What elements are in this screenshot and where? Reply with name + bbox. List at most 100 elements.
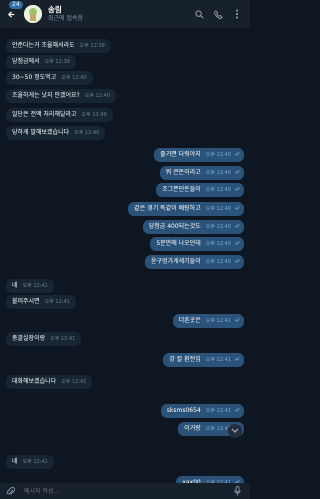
incoming-message[interactable]: 조율하게는 낫지 안겠어요? 오후 12:40 [6, 89, 116, 103]
message-time: 오후 12:40 [81, 112, 107, 118]
message-text: 30~50 정도먹고 [12, 74, 57, 81]
message-text: 당첨금 400되는것도 [148, 223, 201, 230]
message-text: 일단은 전액 처리해달라고 [12, 111, 77, 118]
outgoing-message[interactable]: 윤구멍가게세기들이 오후 12:40 ✓✓ [145, 255, 244, 269]
message-text: 윤구멍가게세기들이 [151, 258, 201, 265]
microphone-icon [233, 486, 241, 496]
message-text: 더혼곳은 [178, 317, 201, 324]
incoming-message[interactable]: 대화해보겠습니다 오후 12:41 [6, 375, 93, 389]
composer-bar [0, 483, 250, 499]
message-time: 오후 12:41 [22, 459, 48, 465]
outgoing-message[interactable]: 당첨금 400되는것도 오후 12:40 ✓✓ [142, 220, 244, 234]
incoming-message[interactable]: 30~50 정도먹고 오후 12:40 [6, 71, 93, 85]
outgoing-message[interactable]: 조그픈던돈들이 오후 12:40 ✓✓ [156, 183, 244, 197]
incoming-message[interactable]: 일단은 전액 처리해달라고 오후 12:40 [6, 108, 113, 122]
outgoing-message[interactable]: 같은 경기 똑같이 배팅하고 오후 12:40 ✓✓ [128, 202, 244, 216]
message-text: 줄거면 다줘야지 [160, 151, 201, 158]
incoming-message[interactable]: 당하게 말해보겠습니다 오후 12:40 [6, 126, 106, 140]
message-time: 오후 12:41 [205, 408, 231, 414]
message-time: 오후 12:41 [205, 318, 231, 324]
chat-title-block[interactable]: 송림 최근에 접속함 [48, 5, 194, 23]
read-receipt-icon: ✓✓ [233, 151, 241, 158]
message-time: 오후 12:41 [205, 357, 231, 363]
attach-button[interactable] [6, 486, 18, 497]
search-button[interactable] [194, 9, 204, 19]
incoming-message[interactable]: 네 오후 12:41 [6, 279, 54, 293]
message-text: 당첨금에서 [12, 58, 40, 65]
read-receipt-icon: ✓✓ [233, 356, 241, 363]
message-text: 네 [12, 282, 18, 289]
message-time: 오후 12:40 [205, 241, 231, 247]
message-text: xax00 [182, 479, 201, 483]
outgoing-message[interactable]: 뭐 큰돈이라고 오후 12:40 ✓✓ [159, 166, 244, 180]
message-text: 네 [12, 458, 18, 465]
more-icon [236, 9, 238, 19]
outgoing-message[interactable]: 강 칼 환전임 오후 12:41 ✓✓ [163, 353, 244, 367]
message-input[interactable] [24, 487, 232, 495]
message-time: 오후 12:41 [50, 336, 76, 342]
read-receipt-icon: ✓✓ [233, 205, 241, 212]
read-receipt-icon: ✓✓ [233, 223, 241, 230]
read-receipt-icon: ✓✓ [233, 240, 241, 247]
read-receipt-icon: ✓✓ [233, 258, 241, 265]
message-time: 오후 12:40 [61, 75, 87, 81]
message-text: 강 칼 환전임 [169, 356, 201, 363]
message-time: 오후 12:41 [44, 299, 70, 305]
message-text: 조율하게는 낫지 안겠어요? [12, 92, 80, 99]
message-text: sksms0654 [166, 407, 201, 414]
read-receipt-icon: ✓✓ [233, 479, 241, 483]
message-text: 이거랑 [184, 425, 201, 432]
incoming-message[interactable]: 안준다는거 조율해서라도 오후 12:39 [6, 39, 111, 53]
message-text: 불러주시면 [12, 298, 40, 305]
message-text: 같은 경기 똑같이 배팅하고 [134, 205, 201, 212]
back-arrow-icon [7, 10, 14, 18]
message-time: 오후 12:39 [44, 59, 70, 65]
message-time: 오후 12:41 [22, 283, 48, 289]
message-time: 오후 12:40 [205, 187, 231, 193]
message-time: 오후 12:40 [205, 206, 231, 212]
message-time: 오후 12:39 [79, 43, 105, 49]
read-receipt-icon: ✓✓ [233, 169, 241, 176]
read-receipt-icon: ✓✓ [233, 407, 241, 414]
avatar[interactable] [24, 5, 42, 23]
avatar-image [24, 5, 42, 23]
read-receipt-icon: ✓✓ [233, 186, 241, 193]
message-text: 5분만에 나오던데 [156, 240, 201, 247]
incoming-message[interactable]: 불러주시면 오후 12:41 [6, 295, 76, 309]
last-seen-status: 최근에 접속함 [48, 15, 84, 22]
message-text: 뭐 큰돈이라고 [165, 169, 201, 176]
chat-header: 24 송림 최근에 접속함 [0, 0, 250, 28]
read-receipt-icon: ✓✓ [233, 317, 241, 324]
message-time: 오후 12:40 [74, 130, 100, 136]
message-time: 오후 12:40 [205, 224, 231, 230]
outgoing-message[interactable]: 5분만에 나오던데 오후 12:40 ✓✓ [150, 237, 244, 251]
message-text: 총괄실장이랑 [12, 335, 46, 342]
message-list[interactable]: 안준다는거 조율해서라도 오후 12:39 당첨금에서 오후 12:39 30~50 정… [0, 28, 250, 483]
message-time: 오후 12:40 [205, 152, 231, 158]
chevron-down-icon [231, 428, 239, 433]
unread-badge: 24 [9, 1, 23, 9]
message-text: 조그픈던돈들이 [162, 186, 201, 193]
phone-icon [213, 9, 223, 19]
outgoing-message[interactable]: 줄거면 다줘야지 오후 12:40 ✓✓ [154, 148, 244, 162]
call-button[interactable] [213, 9, 223, 19]
message-time: 오후 12:40 [205, 170, 231, 176]
message-time: 오후 12:41 [205, 480, 231, 483]
outgoing-message[interactable]: sksms0654 오후 12:41 ✓✓ [160, 404, 244, 418]
scroll-down-button[interactable] [228, 424, 242, 438]
incoming-message[interactable]: 당첨금에서 오후 12:39 [6, 55, 76, 69]
chat-title: 송림 [48, 5, 62, 14]
message-text: 당하게 말해보겠습니다 [12, 129, 70, 136]
incoming-message[interactable]: 총괄실장이랑 오후 12:41 [6, 332, 82, 346]
outgoing-message[interactable]: xax00 오후 12:41 ✓✓ [176, 476, 244, 483]
message-time: 오후 12:40 [84, 93, 110, 99]
outgoing-message[interactable]: 더혼곳은 오후 12:41 ✓✓ [172, 314, 244, 328]
message-time: 오후 12:41 [61, 379, 87, 385]
paperclip-icon [6, 486, 15, 495]
message-text: 대화해보겠습니다 [12, 378, 57, 385]
voice-button[interactable] [232, 486, 242, 496]
message-text: 안준다는거 조율해서라도 [12, 42, 75, 49]
message-time: 오후 12:40 [205, 259, 231, 265]
more-button[interactable] [232, 9, 242, 19]
incoming-message[interactable]: 네 오후 12:41 [6, 455, 54, 469]
